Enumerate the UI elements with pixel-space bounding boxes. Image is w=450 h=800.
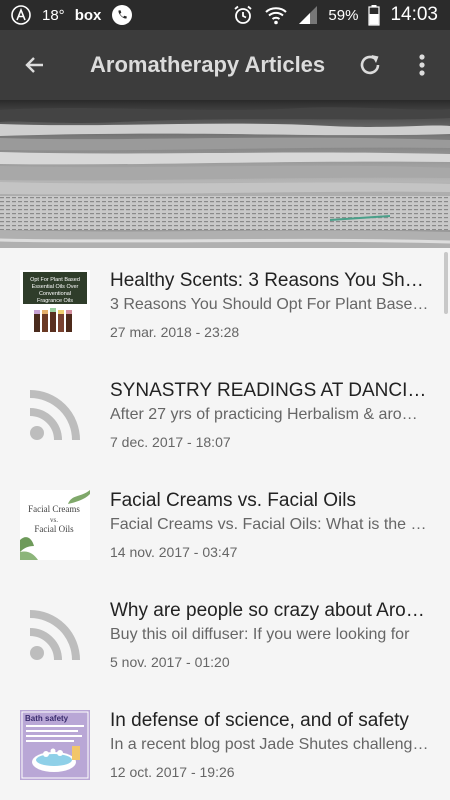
article-date: 12 oct. 2017 - 19:26 [110,764,235,780]
article-description: After 27 yrs of practicing Herbalism & a… [110,406,430,423]
refresh-icon [360,55,380,75]
article-description: Buy this oil diffuser: If you were looki… [110,626,410,643]
wifi-icon [265,7,288,25]
list-item[interactable]: SYNASTRY READINGS AT DANCING After 27 yr… [0,358,450,468]
arrow-back-icon [25,57,43,73]
thumb-text-1: Facial Creams [28,504,80,514]
svg-text:Fragrance Oils: Fragrance Oils [37,298,73,304]
clock-time: 14:03 [390,4,438,25]
thumb-title: Bath safety [25,714,69,723]
header-image [0,100,450,248]
newspaper-stack-image [0,100,450,248]
list-item[interactable]: Bath safety In defense of science, and o… [0,688,450,798]
article-title: Healthy Scents: 3 Reasons You Should Opt… [110,270,430,291]
back-button[interactable] [18,48,52,82]
temperature-text: 18° [42,6,65,24]
thumb-text-2: vs. [50,516,58,524]
signal-icon [299,6,318,24]
status-left: 18° box [10,0,133,30]
article-title: In defense of science, and of safety [110,710,409,731]
article-date: 5 nov. 2017 - 01:20 [110,654,230,670]
app-logo-icon [11,5,31,25]
article-thumbnail: Facial Creams vs. Facial Oils [20,490,90,560]
rss-feed-icon [20,380,90,450]
page-title: Aromatherapy Articles [90,52,326,77]
app-toolbar: Aromatherapy Articles [0,30,450,100]
list-item[interactable]: Why are people so crazy about Aromathera… [0,578,450,688]
status-bar: 18° box 59% 14:03 [0,0,450,30]
battery-icon [368,5,381,26]
more-vert-icon [419,54,425,76]
article-thumbnail: Opt For Plant Based Essential Oils Over … [20,270,90,340]
article-title: SYNASTRY READINGS AT DANCING [110,380,430,401]
article-date: 7 dec. 2017 - 18:07 [110,434,231,450]
article-title: Why are people so crazy about Aromathera… [110,600,430,621]
article-description: In a recent blog post Jade Shutes challe… [110,736,430,753]
phone-call-icon [112,5,133,25]
rss-feed-icon [20,600,90,670]
alarm-icon [234,5,252,24]
svg-text:Essential Oils Over: Essential Oils Over [32,284,79,290]
battery-percent: 59% [328,6,359,24]
article-date: 14 nov. 2017 - 03:47 [110,544,238,560]
status-right: 59% 14:03 [232,0,438,30]
svg-text:Conventional: Conventional [39,291,71,297]
article-date: 27 mar. 2018 - 23:28 [110,324,240,340]
scrollbar-thumb[interactable] [444,252,448,314]
box-app-label: box [74,6,102,24]
list-item[interactable]: Opt For Plant Based Essential Oils Over … [0,248,450,358]
essential-oils-image: Opt For Plant Based Essential Oils Over … [20,270,90,340]
article-list[interactable]: Opt For Plant Based Essential Oils Over … [0,248,450,800]
more-options-button[interactable] [410,49,434,81]
bath-safety-image: Bath safety [20,710,90,780]
thumb-text-3: Facial Oils [34,524,74,534]
svg-text:Opt For Plant Based: Opt For Plant Based [30,277,80,283]
article-description: 3 Reasons You Should Opt For Plant Based… [110,296,430,313]
article-description: Facial Creams vs. Facial Oils: What is t… [110,516,430,533]
article-title: Facial Creams vs. Facial Oils [110,490,356,511]
facial-creams-image: Facial Creams vs. Facial Oils [20,490,90,560]
list-item[interactable]: Facial Creams vs. Facial Oils Facial Cre… [0,468,450,578]
refresh-button[interactable] [354,49,386,81]
article-thumbnail: Bath safety [20,710,90,780]
